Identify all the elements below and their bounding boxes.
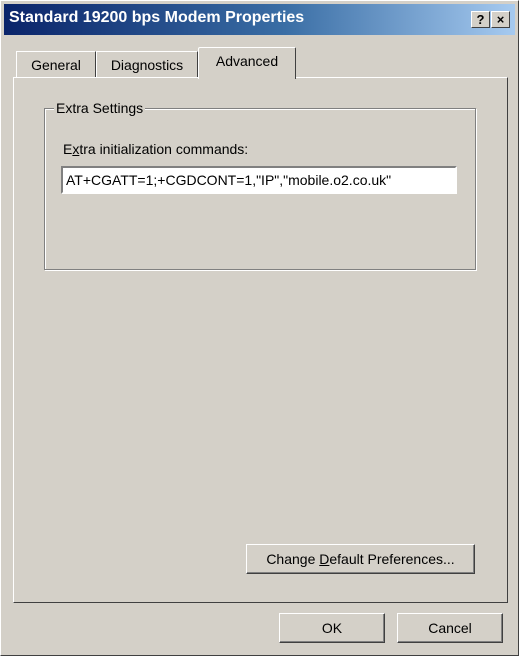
init-label-rest: tra initialization commands:	[79, 141, 249, 157]
tab-general[interactable]: General	[16, 51, 96, 78]
extra-settings-label: Extra Settings	[54, 100, 146, 116]
extra-settings-group: Extra Settings Extra initialization comm…	[44, 100, 476, 270]
init-label-prefix: E	[63, 141, 73, 157]
change-label-prefix: Change	[266, 551, 320, 567]
change-default-preferences-button[interactable]: Change Default Preferences...	[246, 544, 475, 574]
init-commands-label: Extra initialization commands:	[63, 141, 248, 157]
init-commands-input[interactable]	[61, 166, 457, 194]
close-button[interactable]: ×	[491, 11, 510, 28]
tab-diagnostics[interactable]: Diagnostics	[96, 51, 198, 78]
ok-button[interactable]: OK	[279, 613, 385, 643]
cancel-button[interactable]: Cancel	[397, 613, 503, 643]
change-label-mnemonic: D	[319, 551, 330, 567]
change-label-rest: efault Preferences...	[329, 551, 455, 567]
help-button[interactable]: ?	[471, 11, 490, 28]
tab-advanced[interactable]: Advanced	[198, 47, 296, 79]
window-title: Standard 19200 bps Modem Properties	[9, 9, 305, 26]
tab-panel-advanced: Extra Settings Extra initialization comm…	[13, 77, 508, 603]
title-bar[interactable]: Standard 19200 bps Modem Properties ? ×	[4, 4, 515, 35]
modem-properties-dialog: Standard 19200 bps Modem Properties ? × …	[0, 0, 519, 656]
